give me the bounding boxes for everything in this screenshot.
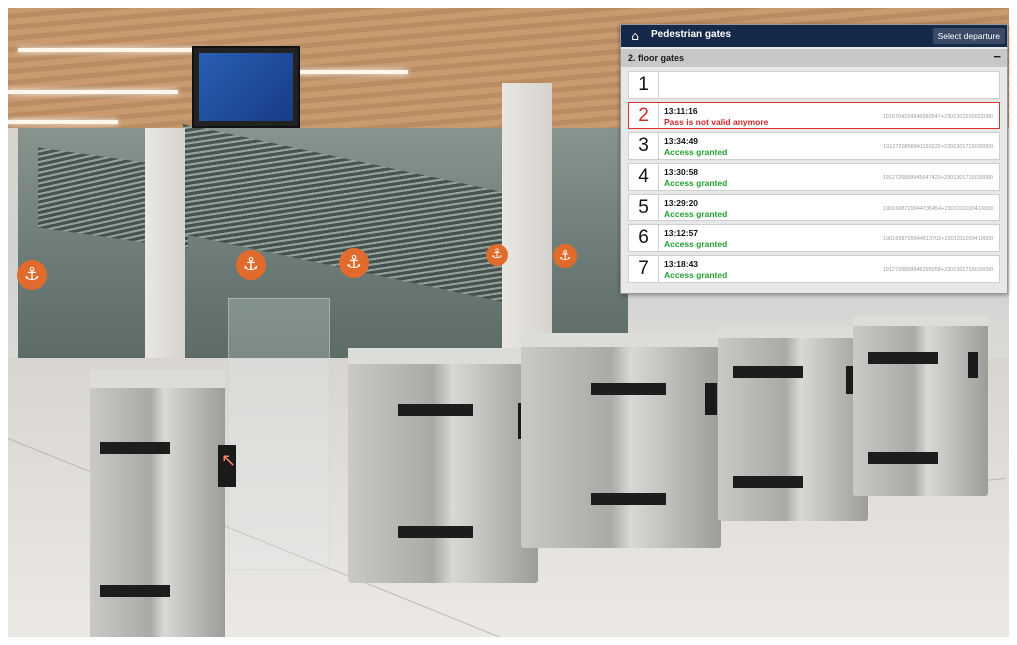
ceiling-light — [8, 90, 178, 94]
pass-code: 1901698729944513702+2301311030410000 — [883, 236, 993, 243]
panel-title: Pedestrian gates — [651, 29, 732, 40]
gate-number: 7 — [629, 256, 659, 282]
ceiling-light — [18, 48, 208, 52]
pillar — [145, 128, 185, 358]
gate-row[interactable]: 6 13:12:57 Access granted 19016987299445… — [628, 224, 1000, 252]
gate-row[interactable]: 5 13:29:20 Access granted 19016987299447… — [628, 193, 1000, 222]
home-icon[interactable]: ⌂ — [626, 27, 644, 45]
ceiling-light — [298, 70, 408, 74]
gate-row[interactable]: 2 13:11:16 Pass is not valid anymore 191… — [628, 101, 1000, 130]
pillar — [502, 83, 552, 358]
turnstile — [853, 316, 988, 496]
anchor-icon: ⚓ — [553, 244, 577, 268]
gate-number: 2 — [629, 102, 659, 129]
gate-time: 13:12:57 — [664, 228, 699, 239]
gate-row[interactable]: 1 — [628, 71, 1000, 99]
pass-code: 1901698729944735454+2301311030410000 — [883, 205, 993, 212]
panel-header: ⌂ Pedestrian gates Select departure — [621, 25, 1007, 47]
gate-time: 13:18:43 — [664, 259, 699, 270]
gate-row[interactable]: 4 13:30:58 Access granted 19127208589456… — [628, 163, 1000, 191]
gate-number: 4 — [629, 164, 659, 190]
anchor-icon: ⚓ — [236, 250, 266, 280]
gate-time: 13:30:58 — [664, 167, 699, 178]
gate-time: 13:11:16 — [664, 105, 698, 116]
gate-number: 3 — [629, 133, 659, 159]
turnstile — [90, 370, 236, 637]
gate-row[interactable]: 7 13:18:43 Access granted 19127208589452… — [628, 255, 1000, 283]
gate-status: Access granted — [664, 239, 728, 250]
gate-number: 6 — [629, 225, 659, 251]
arrow-icon: ↖ — [221, 450, 237, 471]
gate-time: 13:29:20 — [664, 197, 699, 208]
gate-list: 1 2 13:11:16 Pass is not valid anymore 1… — [628, 71, 1000, 286]
ceiling-light — [8, 120, 118, 124]
anchor-icon: ⚓ — [486, 244, 508, 266]
anchor-icon: ⚓ — [339, 248, 369, 278]
section-title: 2. floor gates — [628, 53, 685, 63]
turnstile — [348, 348, 538, 583]
gate-number: 1 — [629, 72, 659, 98]
pedestrian-gates-panel: ⌂ Pedestrian gates Select departure 2. f… — [620, 24, 1008, 294]
gate-status: Access granted — [664, 147, 728, 158]
gate-time: 13:34:49 — [664, 136, 699, 147]
pass-code: 1912720858945295058+2301301715030090 — [882, 267, 993, 274]
collapse-icon[interactable]: − — [993, 50, 1001, 64]
pass-code: 1915704224945680547+2301301530022090 — [882, 113, 993, 120]
gate-status: Access granted — [664, 270, 728, 281]
select-departure-button[interactable]: Select departure — [932, 28, 1005, 44]
pass-code: 1912720858941193232+2301301715030050 — [883, 144, 993, 151]
gate-number: 5 — [629, 194, 659, 221]
turnstile — [521, 333, 721, 548]
gate-status: Access granted — [664, 178, 728, 189]
pass-code: 1912720858945647423+2301301715030090 — [882, 175, 993, 182]
gate-status: Access granted — [664, 208, 728, 219]
departure-monitor — [192, 46, 300, 128]
glass-barrier — [228, 298, 330, 570]
floor-section-header[interactable]: 2. floor gates − — [621, 49, 1007, 67]
anchor-icon: ⚓ — [17, 260, 47, 290]
gate-row[interactable]: 3 13:34:49 Access granted 19127208589411… — [628, 132, 1000, 160]
gate-status: Pass is not valid anymore — [664, 116, 769, 127]
turnstile — [718, 326, 868, 521]
